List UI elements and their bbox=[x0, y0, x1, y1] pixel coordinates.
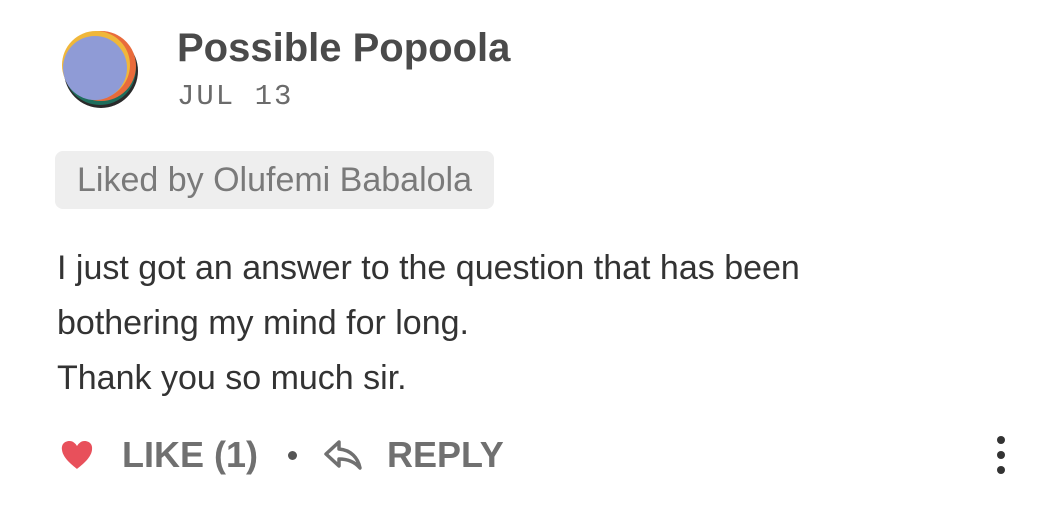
reply-button[interactable]: REPLY bbox=[323, 434, 504, 476]
like-button[interactable]: LIKE (1) bbox=[60, 434, 258, 476]
comment-card: Possible Popoola JUL 13 Liked by Olufemi… bbox=[0, 0, 1064, 530]
liked-by-badge: Liked by Olufemi Babalola bbox=[55, 151, 495, 209]
heart-icon bbox=[61, 441, 93, 469]
separator-dot bbox=[288, 450, 298, 460]
more-vertical-icon bbox=[997, 436, 1005, 474]
avatar[interactable] bbox=[60, 30, 140, 110]
author-name[interactable]: Possible Popoola bbox=[177, 24, 510, 72]
more-options-button[interactable] bbox=[988, 434, 1014, 476]
comment-body-line: I just got an answer to the question tha… bbox=[57, 249, 800, 287]
avatar-image bbox=[62, 31, 138, 108]
comment-body-line: bothering my mind for long. bbox=[57, 304, 469, 342]
comment-body-line: Thank you so much sir. bbox=[57, 359, 407, 397]
reply-label: REPLY bbox=[387, 434, 504, 475]
comment-date: JUL 13 bbox=[177, 80, 294, 113]
comment-body: I just got an answer to the question tha… bbox=[57, 241, 1037, 406]
comment-actions: LIKE (1) REPLY bbox=[60, 430, 504, 480]
reply-arrow-icon bbox=[324, 440, 362, 470]
like-label: LIKE (1) bbox=[122, 434, 259, 475]
